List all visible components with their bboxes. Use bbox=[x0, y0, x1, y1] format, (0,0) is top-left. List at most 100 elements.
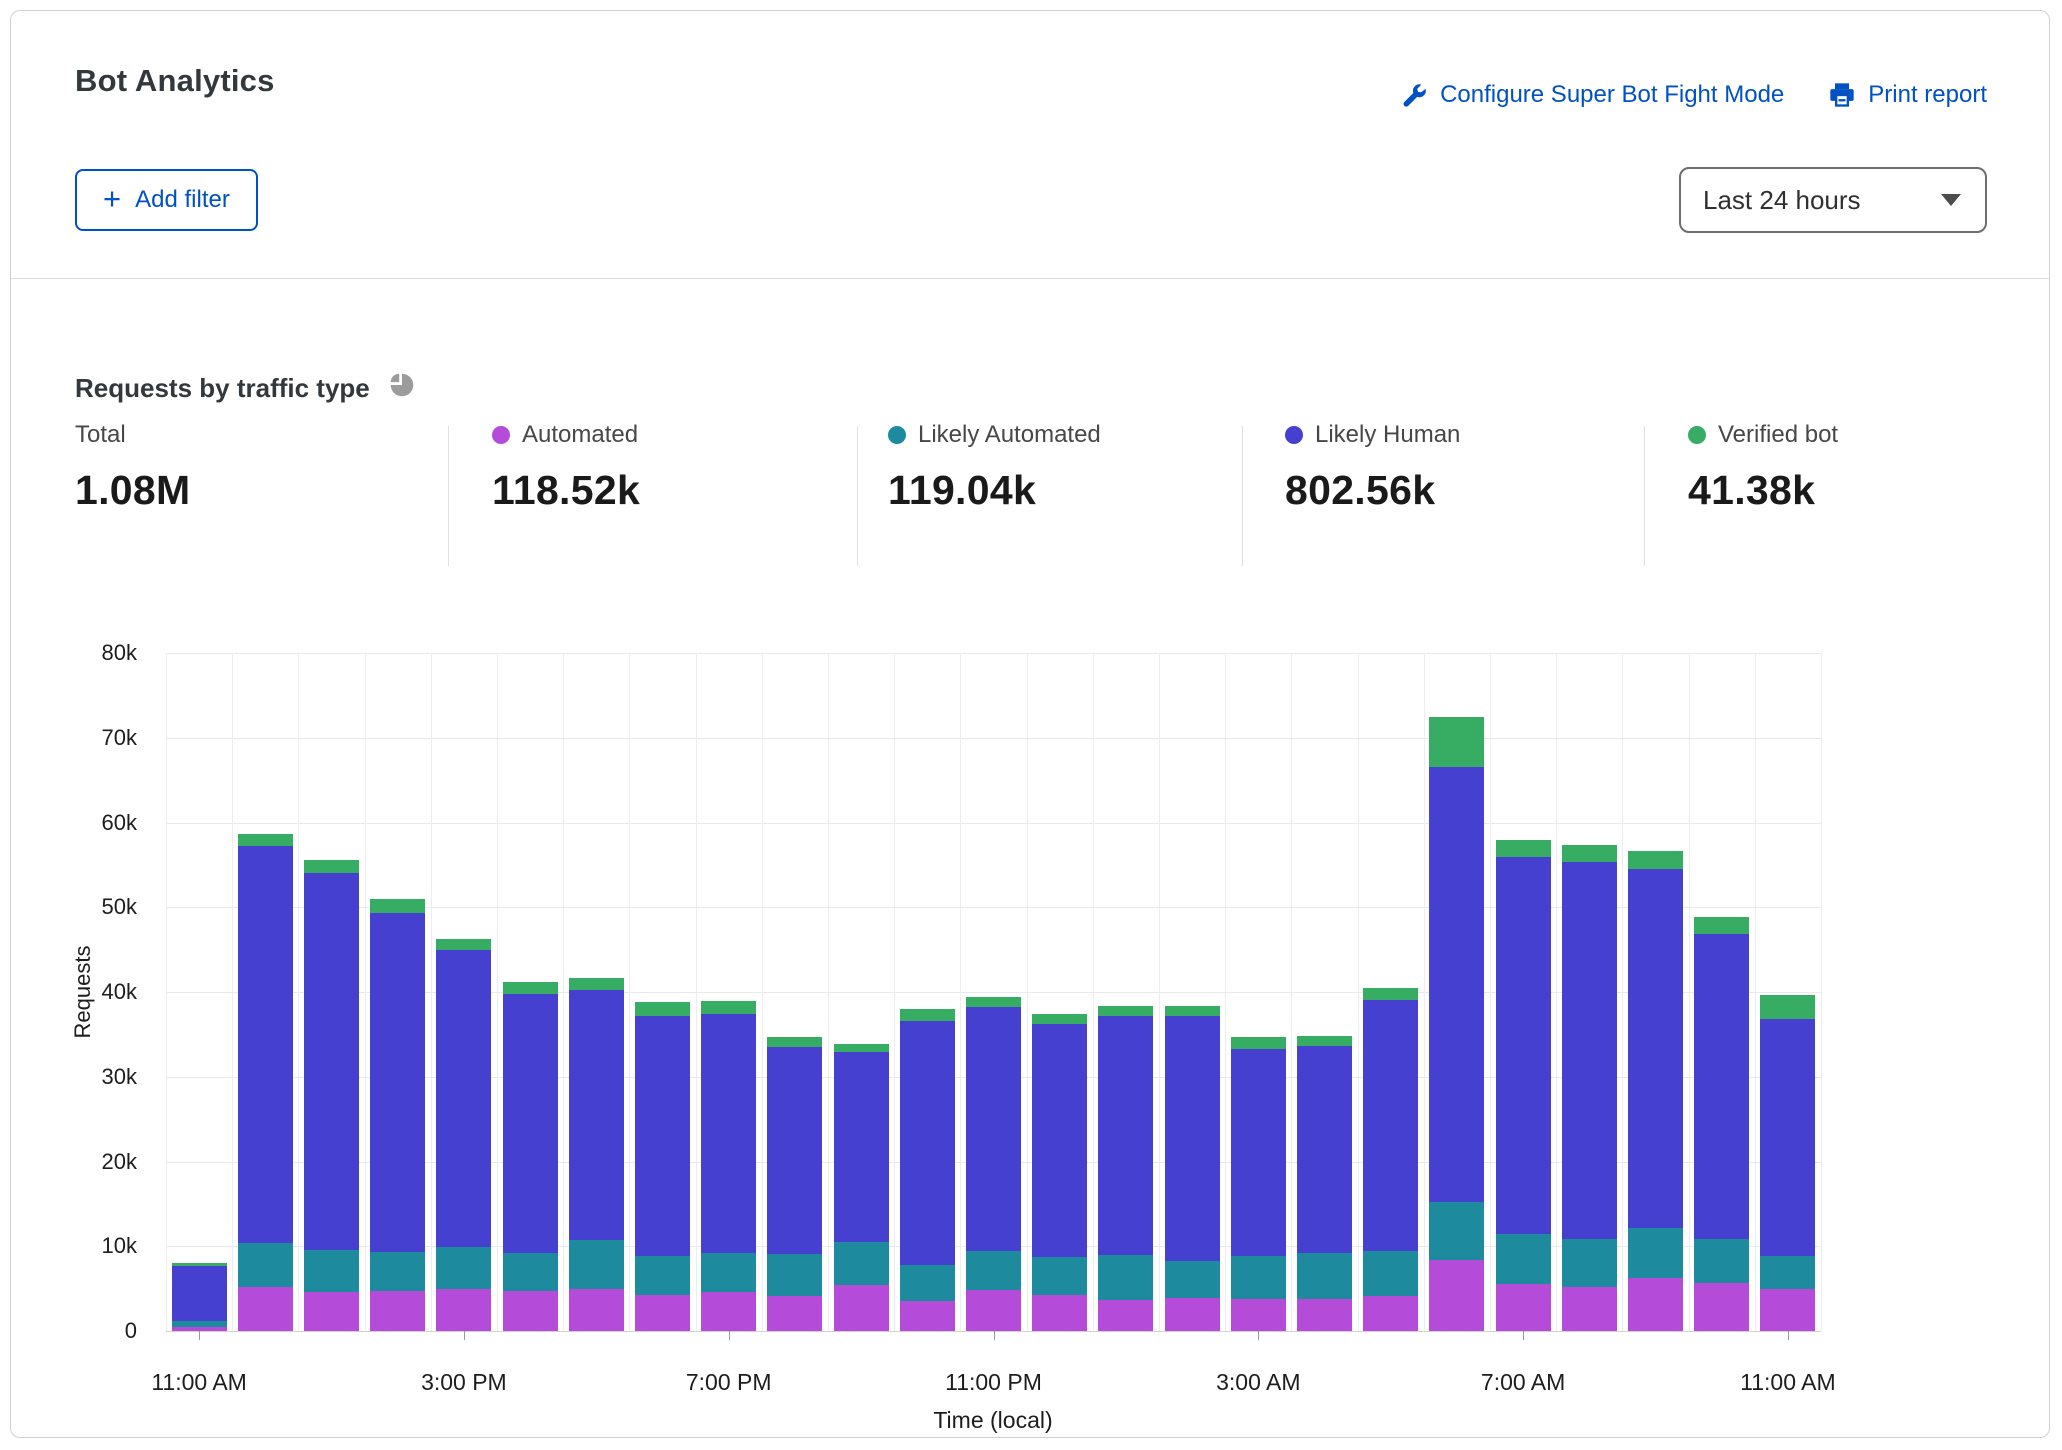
bar[interactable] bbox=[365, 899, 431, 1331]
bar-segment-verified-bot[interactable] bbox=[900, 1009, 955, 1021]
bar-segment-likely-automated[interactable] bbox=[1760, 1256, 1815, 1290]
bar-segment-likely-human[interactable] bbox=[966, 1007, 1021, 1251]
bar-segment-verified-bot[interactable] bbox=[1363, 988, 1418, 1000]
bar-segment-automated[interactable] bbox=[966, 1290, 1021, 1331]
bar-segment-automated[interactable] bbox=[569, 1289, 624, 1331]
bar-segment-automated[interactable] bbox=[1032, 1295, 1087, 1331]
bar-segment-verified-bot[interactable] bbox=[1297, 1036, 1352, 1046]
bar-segment-likely-human[interactable] bbox=[767, 1047, 822, 1254]
bar-segment-automated[interactable] bbox=[304, 1292, 359, 1331]
bar[interactable] bbox=[1027, 1014, 1093, 1331]
bar[interactable] bbox=[1291, 1036, 1357, 1331]
configure-super-bot-fight-mode-link[interactable]: Configure Super Bot Fight Mode bbox=[1400, 81, 1784, 109]
time-range-select[interactable]: Last 24 hours bbox=[1679, 167, 1987, 233]
stat-verified-bot[interactable]: Verified bot 41.38k bbox=[1688, 421, 1838, 514]
bar[interactable] bbox=[629, 1002, 695, 1331]
bar-segment-automated[interactable] bbox=[1165, 1298, 1220, 1331]
bar-segment-likely-human[interactable] bbox=[304, 873, 359, 1249]
bar[interactable] bbox=[232, 834, 298, 1331]
bar-segment-automated[interactable] bbox=[701, 1292, 756, 1331]
bar[interactable] bbox=[894, 1009, 960, 1331]
bar[interactable] bbox=[1755, 995, 1821, 1331]
bar-segment-automated[interactable] bbox=[900, 1301, 955, 1332]
bar[interactable] bbox=[1556, 845, 1622, 1331]
bar-segment-verified-bot[interactable] bbox=[1760, 995, 1815, 1019]
bar-segment-likely-human[interactable] bbox=[1231, 1049, 1286, 1256]
bar-segment-likely-automated[interactable] bbox=[1562, 1239, 1617, 1286]
bar-segment-automated[interactable] bbox=[635, 1295, 690, 1331]
bar-segment-likely-automated[interactable] bbox=[635, 1256, 690, 1295]
bar-segment-likely-automated[interactable] bbox=[767, 1254, 822, 1296]
bar-segment-automated[interactable] bbox=[1098, 1300, 1153, 1331]
bar-segment-likely-human[interactable] bbox=[1760, 1019, 1815, 1255]
bar-segment-automated[interactable] bbox=[767, 1296, 822, 1331]
bar-segment-verified-bot[interactable] bbox=[1231, 1037, 1286, 1049]
bar-segment-verified-bot[interactable] bbox=[635, 1002, 690, 1016]
bar-segment-likely-automated[interactable] bbox=[1496, 1234, 1551, 1285]
bar-segment-verified-bot[interactable] bbox=[701, 1001, 756, 1015]
bar-segment-likely-automated[interactable] bbox=[900, 1265, 955, 1301]
bar[interactable] bbox=[497, 982, 563, 1331]
bar-segment-likely-automated[interactable] bbox=[436, 1247, 491, 1289]
bar-segment-verified-bot[interactable] bbox=[1032, 1014, 1087, 1024]
bar-segment-likely-human[interactable] bbox=[1297, 1046, 1352, 1253]
bar-segment-likely-automated[interactable] bbox=[304, 1250, 359, 1292]
bar[interactable] bbox=[1689, 917, 1755, 1331]
bar-segment-likely-automated[interactable] bbox=[1363, 1251, 1418, 1296]
stat-likely-automated[interactable]: Likely Automated 119.04k bbox=[888, 421, 1101, 514]
bar[interactable] bbox=[1358, 988, 1424, 1331]
bar-segment-likely-human[interactable] bbox=[172, 1266, 227, 1321]
stat-automated[interactable]: Automated 118.52k bbox=[492, 421, 640, 514]
bar[interactable] bbox=[1225, 1037, 1291, 1331]
bar-segment-likely-automated[interactable] bbox=[1032, 1257, 1087, 1294]
add-filter-button[interactable]: + Add filter bbox=[75, 169, 258, 231]
bar-segment-automated[interactable] bbox=[1562, 1287, 1617, 1331]
bar-segment-likely-human[interactable] bbox=[1628, 869, 1683, 1227]
bar[interactable] bbox=[828, 1044, 894, 1331]
stat-likely-human[interactable]: Likely Human 802.56k bbox=[1285, 421, 1460, 514]
bar-segment-verified-bot[interactable] bbox=[1496, 840, 1551, 857]
bar-segment-likely-human[interactable] bbox=[1496, 857, 1551, 1233]
bar[interactable] bbox=[298, 860, 364, 1331]
bar[interactable] bbox=[762, 1037, 828, 1331]
bar-segment-likely-automated[interactable] bbox=[1165, 1261, 1220, 1298]
bar-segment-likely-human[interactable] bbox=[1098, 1016, 1153, 1255]
bar-segment-likely-automated[interactable] bbox=[1231, 1256, 1286, 1299]
bar-segment-likely-human[interactable] bbox=[436, 950, 491, 1247]
print-report-link[interactable]: Print report bbox=[1828, 81, 1987, 109]
bar[interactable] bbox=[431, 939, 497, 1331]
bar-segment-verified-bot[interactable] bbox=[1628, 851, 1683, 869]
bar-segment-likely-automated[interactable] bbox=[1297, 1253, 1352, 1299]
bar-segment-likely-automated[interactable] bbox=[701, 1253, 756, 1292]
bar-segment-likely-automated[interactable] bbox=[1628, 1228, 1683, 1278]
bar-segment-automated[interactable] bbox=[1628, 1278, 1683, 1331]
bar-segment-automated[interactable] bbox=[1760, 1289, 1815, 1331]
bar-segment-automated[interactable] bbox=[1496, 1284, 1551, 1331]
bar-segment-verified-bot[interactable] bbox=[436, 939, 491, 950]
bar-segment-verified-bot[interactable] bbox=[767, 1037, 822, 1047]
bar[interactable] bbox=[1622, 851, 1688, 1331]
bar-segment-likely-automated[interactable] bbox=[238, 1243, 293, 1287]
bar-segment-automated[interactable] bbox=[1363, 1296, 1418, 1331]
bar-segment-verified-bot[interactable] bbox=[304, 860, 359, 874]
bar[interactable] bbox=[166, 1263, 232, 1331]
bar-segment-likely-human[interactable] bbox=[1363, 1000, 1418, 1252]
bar[interactable] bbox=[696, 1001, 762, 1332]
bar-segment-likely-human[interactable] bbox=[569, 990, 624, 1240]
bar[interactable] bbox=[1093, 1006, 1159, 1331]
bar-segment-likely-human[interactable] bbox=[1032, 1024, 1087, 1257]
bar-segment-likely-human[interactable] bbox=[900, 1021, 955, 1265]
bar[interactable] bbox=[563, 978, 629, 1331]
bar[interactable] bbox=[960, 997, 1026, 1331]
bar-segment-likely-automated[interactable] bbox=[569, 1240, 624, 1288]
bar-segment-verified-bot[interactable] bbox=[1694, 917, 1749, 934]
bar-segment-automated[interactable] bbox=[238, 1287, 293, 1331]
bar-segment-likely-human[interactable] bbox=[1165, 1016, 1220, 1261]
bar-segment-likely-human[interactable] bbox=[635, 1016, 690, 1256]
bar-segment-verified-bot[interactable] bbox=[966, 997, 1021, 1007]
bar-segment-likely-human[interactable] bbox=[1562, 862, 1617, 1239]
bar-segment-verified-bot[interactable] bbox=[1429, 717, 1484, 767]
bar-segment-automated[interactable] bbox=[503, 1291, 558, 1331]
bar-segment-automated[interactable] bbox=[834, 1285, 889, 1331]
bar-segment-automated[interactable] bbox=[436, 1289, 491, 1331]
